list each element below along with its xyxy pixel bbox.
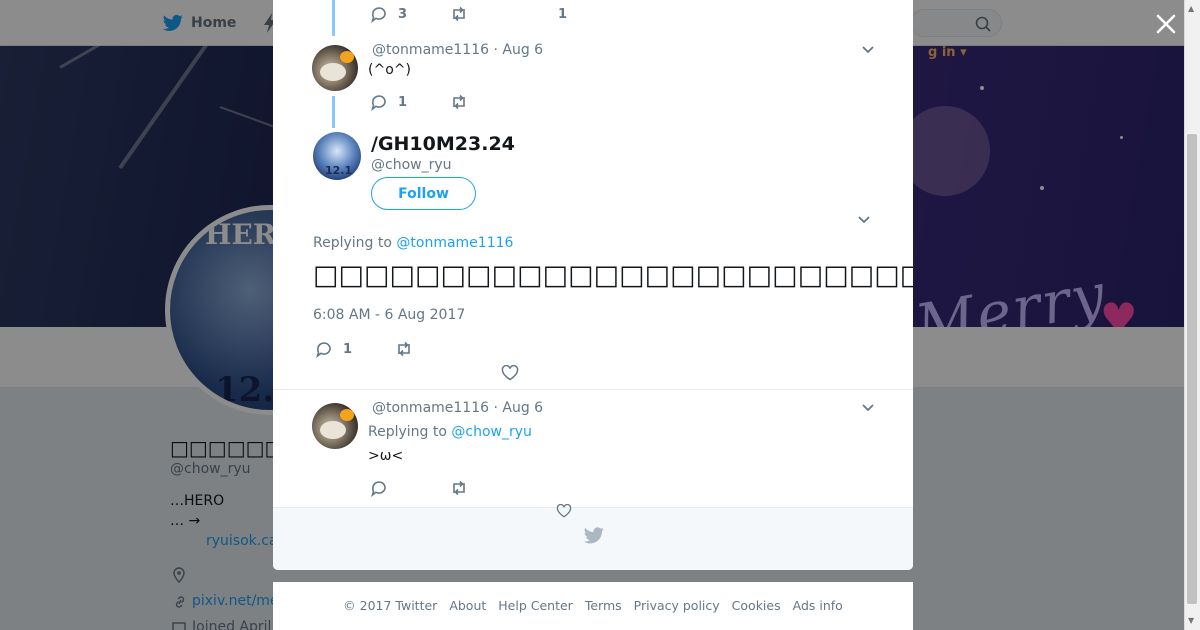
replying-to-label: Replying to: [368, 424, 447, 440]
footer-link-ads-info[interactable]: Ads info: [793, 598, 843, 630]
like-count: 1: [558, 6, 568, 22]
footer-link-about[interactable]: About: [449, 598, 486, 630]
tweet-text: (^o^): [368, 62, 411, 78]
replying-to: Replying to @chow_ryu: [368, 424, 532, 440]
retweet-action[interactable]: [450, 5, 468, 23]
tweet-author-handle[interactable]: @tonmame1116: [372, 42, 489, 58]
follow-button[interactable]: Follow: [371, 177, 476, 210]
reply-icon: [371, 7, 386, 23]
retweet-action[interactable]: [395, 340, 413, 358]
retweet-action[interactable]: [450, 479, 468, 497]
reply-icon: [371, 481, 386, 497]
replying-to-link[interactable]: @tonmame1116: [396, 235, 513, 251]
reply-count: 3: [398, 6, 408, 22]
tweet-text: >ω<: [368, 448, 404, 464]
tweet-header: @tonmame1116 · Aug 6: [372, 400, 544, 416]
tweet-header: @tonmame1116 · Aug 6: [372, 42, 544, 58]
avatar[interactable]: 12.1: [313, 132, 361, 180]
reply-action[interactable]: [370, 479, 388, 497]
scroll-down-arrow[interactable]: ▼: [1188, 616, 1194, 625]
tweet-author-name[interactable]: /GH10M23.24: [371, 133, 515, 155]
reply-action[interactable]: 1: [315, 340, 352, 358]
divider: [273, 389, 913, 390]
twitter-bird-icon: [584, 527, 604, 544]
tweet-permalink-modal: 3 1 @tonmame1116 · Aug 6 (^o^) 1 12.1 /G…: [273, 0, 913, 570]
site-footer: © 2017 Twitter About Help Center Terms P…: [273, 582, 913, 630]
tweet-text: □□□□□□□□□□□□□□□□□□□□□□□□□□□□□□□□□…□□: [313, 260, 913, 291]
thread-line: [332, 0, 335, 36]
replying-to-link[interactable]: @chow_ryu: [451, 424, 532, 440]
footer-link-terms[interactable]: Terms: [585, 598, 622, 630]
retweet-icon: [453, 480, 465, 496]
tweet-author-handle[interactable]: @tonmame1116: [372, 400, 489, 416]
avatar[interactable]: [312, 403, 358, 449]
chevron-down-icon[interactable]: [861, 403, 875, 413]
heart-icon[interactable]: [501, 365, 519, 381]
footer-copyright: © 2017 Twitter: [343, 598, 438, 613]
avatar[interactable]: [312, 45, 358, 91]
footer-link-help-center[interactable]: Help Center: [498, 598, 573, 630]
reply-action[interactable]: 1: [370, 93, 407, 111]
tweet-timestamp[interactable]: 6:08 AM - 6 Aug 2017: [313, 307, 465, 323]
reply-icon: [371, 95, 386, 111]
replying-to-label: Replying to: [313, 235, 392, 251]
tweet-date[interactable]: Aug 6: [502, 42, 543, 58]
retweet-icon: [398, 341, 410, 357]
heart-icon[interactable]: [556, 504, 572, 518]
chevron-down-icon[interactable]: [861, 45, 875, 55]
scroll-up-arrow[interactable]: ▲: [1188, 4, 1194, 13]
replying-to: Replying to @tonmame1116: [313, 235, 513, 251]
retweet-icon: [453, 94, 465, 110]
reply-action[interactable]: 3: [370, 5, 407, 23]
like-action[interactable]: 1: [558, 5, 567, 23]
retweet-action[interactable]: [450, 93, 468, 111]
thread-line: [332, 96, 335, 128]
reply-count: 1: [398, 94, 408, 110]
tweet-author-handle[interactable]: @chow_ryu: [371, 157, 452, 173]
tweet-date[interactable]: Aug 6: [502, 400, 543, 416]
reply-count: 1: [343, 341, 353, 357]
chevron-down-icon[interactable]: [857, 215, 871, 225]
retweet-icon: [453, 6, 465, 22]
close-icon[interactable]: [1154, 12, 1178, 36]
reply-icon: [316, 342, 331, 358]
scrollbar-thumb[interactable]: [1187, 134, 1197, 604]
footer-link-privacy[interactable]: Privacy policy: [634, 598, 720, 630]
footer-link-cookies[interactable]: Cookies: [732, 598, 781, 630]
